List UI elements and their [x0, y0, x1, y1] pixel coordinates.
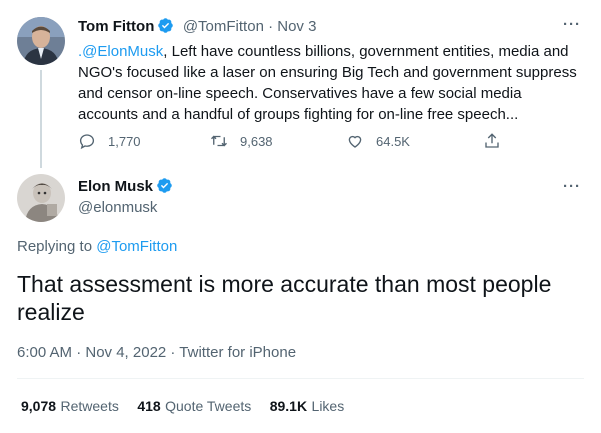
verified-badge-icon — [157, 17, 174, 34]
share-action[interactable] — [483, 132, 501, 150]
elon-musk-name[interactable]: Elon Musk — [78, 178, 153, 195]
main-more-icon[interactable]: ··· — [563, 178, 581, 195]
heart-icon — [348, 135, 362, 148]
likes-stat[interactable]: 89.1K Likes — [270, 398, 345, 415]
reply-action[interactable]: 1,770 — [78, 132, 141, 150]
retweets-stat[interactable]: 9,078 Retweets — [21, 398, 119, 415]
parent-tweet-header: Tom Fitton @TomFitton · Nov 3 — [78, 17, 316, 36]
tweet-stats: 9,078 Retweets 418 Quote Tweets 89.1K Li… — [21, 398, 344, 416]
retweet-icon — [211, 135, 227, 147]
like-count: 64.5K — [376, 133, 410, 149]
parent-more-icon[interactable]: ··· — [563, 16, 581, 33]
retweet-count: 9,638 — [240, 133, 273, 149]
share-icon — [485, 133, 499, 148]
tom-fitton-name[interactable]: Tom Fitton — [78, 18, 154, 35]
parent-tweet-text: .@ElonMusk, Left have countless billions… — [78, 43, 577, 123]
tom-fitton-handle-date[interactable]: @TomFitton · Nov 3 — [183, 18, 317, 35]
tweet-timestamp[interactable]: 6:00 AM · Nov 4, 2022 · Twitter for iPho… — [17, 344, 296, 361]
reply-icon — [79, 134, 95, 150]
replying-to-handle[interactable]: @TomFitton — [96, 238, 177, 255]
main-tweet-author: Elon Musk — [78, 177, 173, 196]
like-action[interactable]: 64.5K — [346, 132, 410, 150]
tom-fitton-avatar[interactable] — [17, 17, 65, 65]
replying-to: Replying to @TomFitton — [17, 238, 178, 255]
mention-elonmusk[interactable]: .@ElonMusk — [78, 43, 163, 60]
stats-divider — [17, 378, 584, 379]
elon-musk-handle[interactable]: @elonmusk — [78, 199, 157, 216]
main-tweet-text: That assessment is more accurate than mo… — [17, 271, 552, 325]
elon-musk-avatar[interactable] — [17, 174, 65, 222]
thread-line — [40, 70, 42, 168]
verified-badge-icon — [156, 177, 173, 194]
retweet-action[interactable]: 9,638 — [210, 132, 273, 150]
reply-count: 1,770 — [108, 133, 141, 149]
quote-tweets-stat[interactable]: 418 Quote Tweets — [137, 398, 251, 415]
